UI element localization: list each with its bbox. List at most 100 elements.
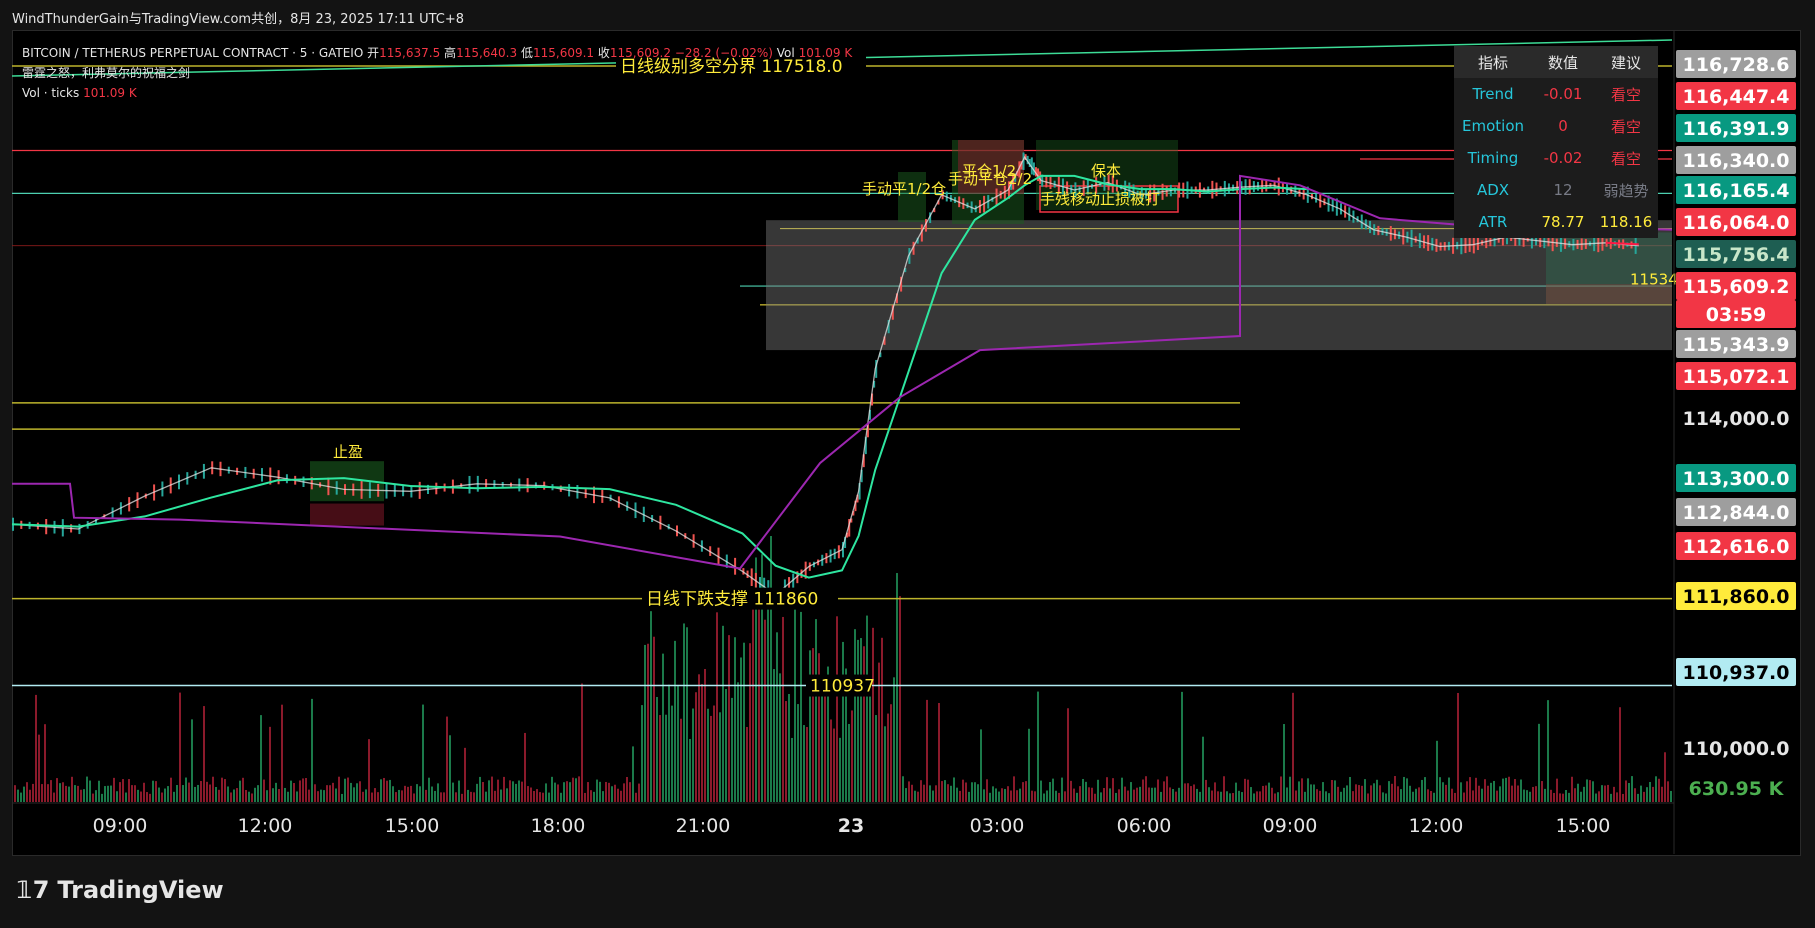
volume-bar: [875, 715, 877, 802]
volume-bar: [1451, 788, 1453, 802]
volume-bar: [1037, 691, 1039, 802]
volume-bar: [1610, 793, 1612, 802]
legend-close: 115,609.2: [609, 46, 671, 60]
volume-bar: [1448, 777, 1450, 802]
volume-bar: [1514, 779, 1516, 802]
volume-bar: [1097, 779, 1099, 802]
volume-bar: [308, 789, 310, 802]
volume-bar: [56, 778, 58, 802]
volume-bar: [1529, 791, 1531, 802]
volume-bar: [209, 784, 211, 802]
volume-bar: [1193, 784, 1195, 802]
volume-bar: [170, 777, 172, 802]
volume-bar: [380, 779, 382, 802]
volume-bar: [1328, 793, 1330, 802]
volume-bar: [1463, 792, 1465, 802]
volume-bar: [692, 708, 694, 802]
volume-bar: [512, 781, 514, 802]
volume-bar: [1271, 787, 1273, 802]
volume-bar: [581, 683, 583, 802]
volume-bar: [1298, 781, 1300, 802]
price-axis-label: 116,340.0: [1683, 150, 1790, 172]
volume-bar: [344, 778, 346, 802]
volume-bar: [218, 789, 220, 802]
volume-bar: [80, 789, 82, 802]
volume-bar: [560, 792, 562, 802]
volume-bar: [71, 776, 73, 802]
volume-bar: [239, 780, 241, 802]
volume-bar: [1388, 781, 1390, 802]
table-cell-advice: 看空: [1610, 85, 1641, 104]
volume-bar: [275, 782, 277, 802]
volume-bar: [1631, 776, 1633, 802]
volume-bar: [488, 780, 490, 802]
volume-bar: [464, 747, 466, 802]
volume-bar: [191, 719, 193, 802]
volume-bar: [203, 706, 205, 802]
volume-bar: [1022, 782, 1024, 802]
legend-vol: 101.09 K: [798, 46, 853, 60]
volume-bar: [1376, 779, 1378, 802]
volume-bar: [362, 791, 364, 802]
volume-bar: [1415, 788, 1417, 802]
volume-bar: [869, 692, 871, 802]
volume-bar: [152, 780, 154, 802]
volume-bar: [635, 792, 637, 802]
annotation-label: 110937: [810, 677, 875, 697]
volume-bar: [1583, 786, 1585, 802]
volume-bar: [770, 536, 772, 802]
legend-indicator[interactable]: 雷霆之怒，利弗莫尔的祝福之剑: [22, 64, 190, 81]
volume-bar: [98, 780, 100, 802]
price-axis-label: 110,937.0: [1683, 662, 1790, 684]
price-lines: [11, 152, 1673, 598]
volume-bar: [461, 793, 463, 802]
volume-bar: [830, 719, 832, 802]
horizontal-lines: [11, 39, 1673, 687]
volume-bar: [482, 782, 484, 802]
volume-bar: [1517, 785, 1519, 802]
volume-bar: [1256, 791, 1258, 802]
volume-bar: [515, 783, 517, 802]
volume-bar: [38, 734, 40, 802]
volume-bar: [1232, 792, 1234, 802]
volume-bar: [929, 785, 931, 802]
legend-vol-ticks[interactable]: Vol · ticks 101.09 K: [22, 86, 137, 100]
volume-bar: [965, 782, 967, 802]
x-tick-label: 09:00: [93, 815, 148, 837]
tradingview-logo[interactable]: 𝟙7 TradingView: [16, 876, 224, 904]
table-header-cell: 数值: [1547, 53, 1578, 72]
volume-bar: [1586, 779, 1588, 802]
volume-bar: [572, 777, 574, 802]
volume-bar: [959, 790, 961, 802]
volume-bar: [1007, 786, 1009, 802]
volume-bar: [695, 692, 697, 802]
volume-bar: [302, 778, 304, 802]
volume-bar: [188, 782, 190, 802]
volume-bar: [1208, 787, 1210, 802]
volume-bar: [65, 785, 67, 802]
volume-bar: [731, 697, 733, 802]
volume-bar: [800, 611, 802, 802]
volume-bar: [887, 713, 889, 802]
table-cell-name: Timing: [1467, 149, 1519, 167]
volume-bar: [1496, 790, 1498, 802]
volume-bar: [524, 732, 526, 802]
volume-bar: [1397, 786, 1399, 802]
volume-bar: [230, 792, 232, 802]
volume-bar: [317, 791, 319, 802]
annotation-label: 保本: [1091, 162, 1121, 180]
volume-bar: [1334, 780, 1336, 802]
volume-bar: [1667, 781, 1669, 802]
volume-bar: [1169, 787, 1171, 802]
volume-bar: [797, 704, 799, 802]
volume-bar: [743, 642, 745, 802]
volume-bar: [1340, 791, 1342, 802]
volume-bar: [143, 782, 145, 802]
volume-bar: [602, 791, 604, 802]
volume-bar: [542, 792, 544, 802]
volume-bar: [809, 650, 811, 802]
volume-bar: [917, 791, 919, 802]
volume-bar: [158, 787, 160, 802]
volume-bar: [1181, 691, 1183, 802]
volume-bar: [1532, 786, 1534, 802]
